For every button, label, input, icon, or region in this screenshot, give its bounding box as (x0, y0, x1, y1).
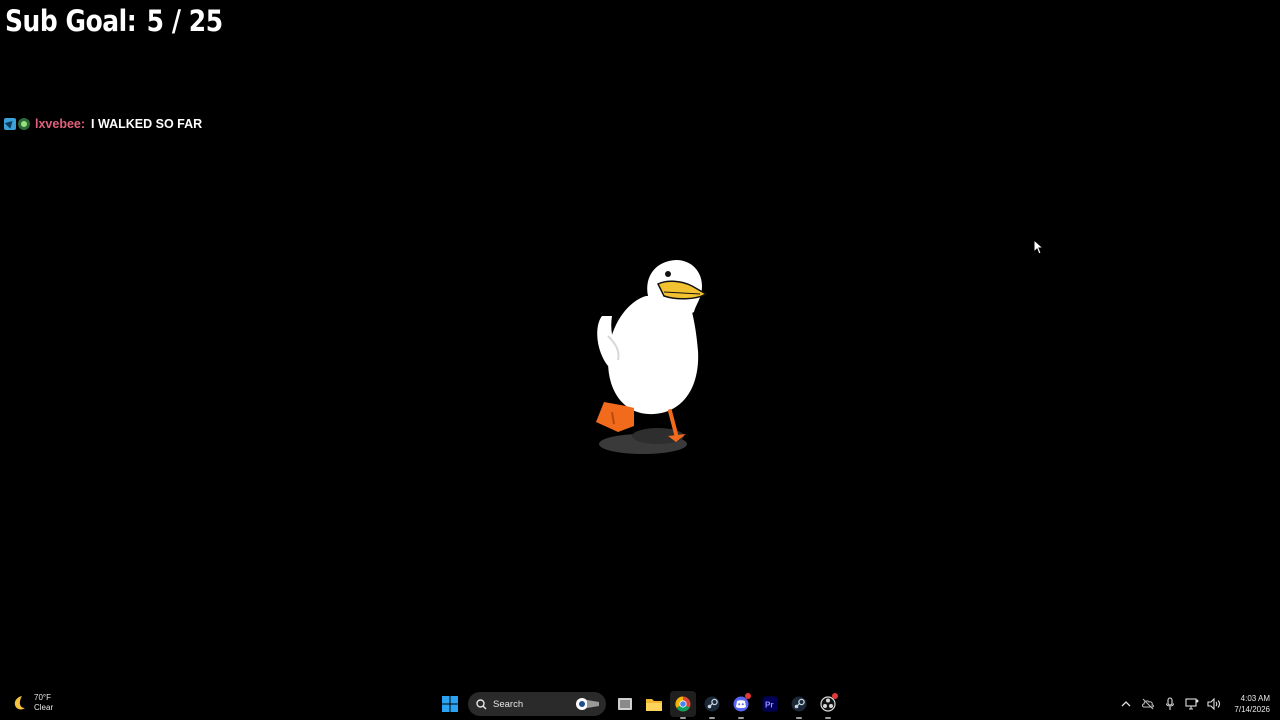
show-hidden-icons-button[interactable] (1118, 696, 1134, 712)
premiere-pro-button[interactable]: Pr (757, 691, 783, 717)
search-icon (476, 698, 487, 709)
tray-network-button[interactable] (1140, 696, 1156, 712)
task-view-icon (618, 698, 632, 710)
taskbar-clock[interactable]: 4:03 AM 7/14/2026 (1234, 693, 1270, 715)
mouse-cursor-icon (1033, 239, 1043, 255)
obs-button[interactable] (815, 691, 841, 719)
search-highlight-icon (576, 698, 599, 710)
hammer-badge-icon (4, 118, 16, 130)
speaker-icon (1207, 698, 1221, 710)
folder-icon (646, 698, 662, 711)
sub-goal-label: Sub Goal: (5, 4, 137, 38)
recording-indicator (832, 693, 838, 699)
tray-volume-button[interactable] (1206, 696, 1222, 712)
discord-button[interactable] (728, 691, 754, 719)
moon-icon (14, 696, 25, 710)
svg-text:Pr: Pr (765, 701, 773, 710)
frog-badge-icon (18, 118, 30, 130)
system-tray: 4:03 AM 7/14/2026 (1118, 691, 1270, 717)
goose-icon (596, 260, 708, 454)
taskbar-search[interactable]: Search (468, 692, 606, 716)
chrome-button[interactable] (670, 691, 696, 719)
steam-button[interactable] (699, 691, 725, 719)
clock-time: 4:03 AM (1240, 694, 1270, 703)
weather-temp: 70°F (34, 693, 51, 702)
sub-goal-value: 5 / 25 (146, 4, 223, 38)
windows-logo-icon (442, 696, 458, 712)
steam-icon (791, 696, 807, 712)
file-explorer-button[interactable] (641, 691, 667, 717)
taskbar: 70°F Clear Search Pr 4:03 AM 7/14/2026 (0, 688, 1280, 720)
sub-goal-counter: Sub Goal: 5 / 25 (5, 4, 223, 38)
premiere-pro-icon: Pr (762, 696, 778, 712)
weather-condition: Clear (34, 703, 54, 712)
task-view-button[interactable] (612, 691, 638, 717)
tray-display-button[interactable] (1184, 696, 1200, 712)
chrome-icon (675, 696, 691, 712)
cloud-off-icon (1142, 698, 1155, 710)
steam-icon (704, 696, 720, 712)
stream-window: Sub Goal: 5 / 25 lxvebee: I WALKED SO FAR (0, 0, 1280, 720)
chat-username: lxvebee: (35, 117, 86, 131)
microphone-icon (1166, 697, 1175, 710)
steam-button-2[interactable] (786, 691, 812, 719)
start-button[interactable] (437, 691, 463, 717)
monitor-network-icon (1185, 698, 1199, 710)
chat-text: I WALKED SO FAR (91, 117, 203, 131)
search-placeholder: Search (493, 698, 524, 710)
tray-microphone-button[interactable] (1162, 696, 1178, 712)
taskbar-apps: Search Pr (437, 691, 844, 719)
clock-date: 7/14/2026 (1234, 705, 1270, 714)
weather-widget[interactable]: 70°F Clear (10, 693, 53, 713)
notification-badge (745, 693, 751, 699)
chevron-up-icon (1121, 701, 1131, 707)
chat-message: lxvebee: I WALKED SO FAR (4, 117, 202, 131)
